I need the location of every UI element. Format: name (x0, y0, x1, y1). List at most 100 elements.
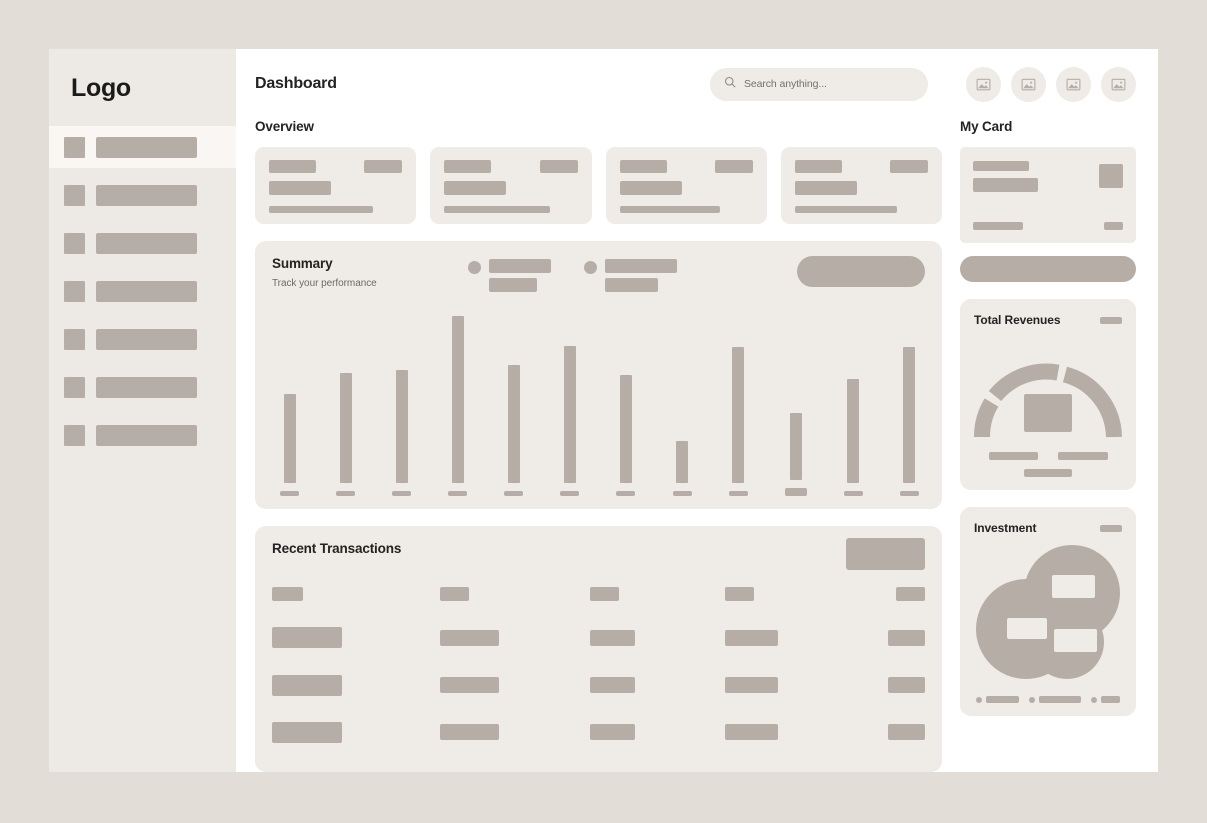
search-input[interactable]: Search anything... (710, 67, 928, 101)
logo: Logo (71, 74, 131, 102)
sidebar-item-6[interactable] (49, 366, 236, 408)
gauge-label-3 (1024, 469, 1072, 477)
overview-card-3[interactable] (605, 147, 767, 224)
topbar-action-3[interactable] (1056, 66, 1091, 102)
bar-tick-8 (672, 491, 692, 496)
topbar-action-4[interactable] (1101, 66, 1136, 102)
sidebar: Logo (49, 49, 236, 772)
sidebar-item-2[interactable] (49, 174, 236, 216)
bar-column-10[interactable] (784, 298, 807, 496)
overview-card-1[interactable] (255, 147, 417, 224)
table-row[interactable] (272, 674, 925, 696)
investment-card: Investment (960, 507, 1136, 716)
bar-column-5[interactable] (504, 298, 524, 496)
overview-card-3-value (619, 181, 682, 195)
bar-tick-11 (843, 491, 863, 496)
transactions-title: Recent Transactions (272, 541, 402, 556)
gauge-label-1 (988, 452, 1038, 460)
bar-tick-2 (336, 491, 356, 496)
sidebar-item-4-icon (64, 280, 85, 302)
bar-column-11[interactable] (843, 298, 863, 496)
cell-4 (725, 724, 778, 741)
table-header-row (272, 587, 925, 602)
cell-1 (272, 721, 342, 743)
search-placeholder: Search anything... (744, 78, 827, 90)
sidebar-item-7[interactable] (49, 414, 236, 456)
sidebar-item-5-label (96, 328, 197, 350)
sidebar-item-5[interactable] (49, 318, 236, 360)
investment-legend-3-label (1101, 696, 1120, 703)
bubble-b-label (1052, 575, 1095, 598)
bar-column-4[interactable] (448, 298, 468, 496)
card-chip (1099, 164, 1123, 188)
transactions-table (272, 574, 925, 756)
transactions-action-button[interactable] (846, 538, 925, 570)
recent-transactions-card: Recent Transactions (255, 526, 942, 772)
bar-5 (507, 365, 520, 483)
topbar-action-2[interactable] (1011, 66, 1046, 102)
bar-column-2[interactable] (336, 298, 356, 496)
sidebar-item-3-icon (64, 232, 85, 254)
overview-card-4-label (794, 160, 842, 173)
investment-title: Investment (974, 521, 1037, 535)
sidebar-item-4[interactable] (49, 270, 236, 312)
bar-column-3[interactable] (392, 298, 412, 496)
sidebar-nav (49, 126, 236, 456)
transactions-header: Recent Transactions (272, 538, 925, 570)
overview-card-3-label (619, 160, 667, 173)
bar-column-8[interactable] (672, 298, 692, 496)
overview-title: Overview (255, 119, 314, 134)
card-expiry (1104, 222, 1123, 230)
table-row[interactable] (272, 627, 925, 649)
legend-dot-icon (1029, 696, 1035, 703)
legend-dot-icon (468, 261, 481, 274)
sidebar-item-1[interactable] (49, 126, 236, 168)
overview-card-2-label (444, 160, 492, 173)
overview-card-2-value (444, 181, 507, 195)
bar-11 (847, 379, 860, 483)
sidebar-item-6-icon (64, 376, 85, 398)
column-header-5 (896, 587, 925, 602)
bar-3 (395, 370, 408, 483)
image-placeholder-icon (1021, 78, 1036, 90)
investment-legend-1-label (986, 696, 1019, 703)
overview-card-4-value (794, 181, 857, 195)
sidebar-item-4-label (96, 280, 197, 302)
bar-column-12[interactable] (899, 298, 919, 496)
summary-titles: Summary Track your performance (272, 256, 468, 289)
sidebar-item-3[interactable] (49, 222, 236, 264)
bar-tick-10 (784, 488, 807, 496)
card-line-1 (973, 161, 1029, 171)
cell-3 (590, 677, 635, 694)
topbar: Dashboard Search anything... (236, 49, 1158, 119)
overview-card-2[interactable] (430, 147, 592, 224)
bar-tick-4 (448, 491, 468, 496)
gauge-label-2 (1057, 452, 1108, 460)
cell-2 (440, 677, 499, 694)
sidebar-item-7-label (96, 424, 197, 446)
column-header-2 (440, 587, 469, 602)
overview-card-4[interactable] (780, 147, 942, 224)
table-row[interactable] (272, 721, 925, 743)
summary-title: Summary (272, 256, 333, 271)
bubble-a-label (1007, 618, 1047, 639)
total-revenues-title: Total Revenues (974, 313, 1061, 327)
bar-column-1[interactable] (280, 298, 299, 496)
image-placeholder-icon (1066, 78, 1081, 90)
topbar-action-1[interactable] (966, 66, 1001, 102)
summary-action-button[interactable] (797, 256, 925, 287)
bar-column-7[interactable] (616, 298, 636, 496)
legend-dot-icon (1091, 696, 1097, 703)
investment-legend-3 (1091, 696, 1120, 703)
cell-5 (888, 724, 925, 741)
legend-2-value (605, 278, 658, 292)
bar-column-9[interactable] (728, 298, 748, 496)
sidebar-item-2-icon (64, 184, 85, 206)
total-revenues-header: Total Revenues (974, 313, 1122, 327)
bar-column-6[interactable] (560, 298, 580, 496)
my-card-action-button[interactable] (960, 256, 1136, 282)
right-rail: My Card Total Revenues Investment (960, 119, 1136, 772)
my-card-visual[interactable] (960, 147, 1136, 243)
sidebar-item-5-icon (64, 328, 85, 350)
bar-10 (789, 413, 802, 480)
